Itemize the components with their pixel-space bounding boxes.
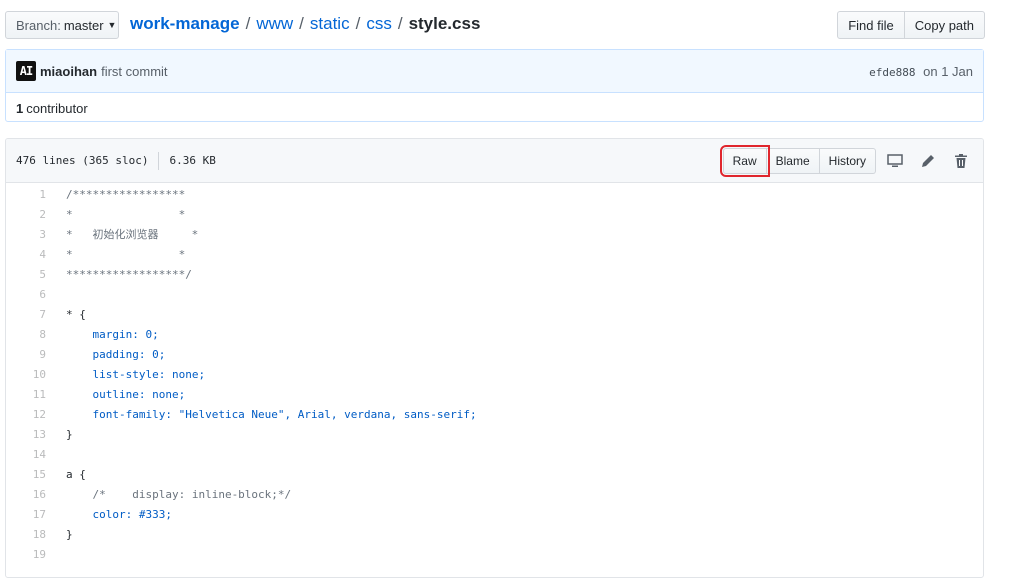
commit-author-link[interactable]: miaoihan xyxy=(40,64,97,79)
line-content: color: #333; xyxy=(66,507,172,521)
line-content: a { xyxy=(66,467,86,481)
code-line: 1/***************** xyxy=(6,184,983,204)
line-number[interactable]: 17 xyxy=(6,508,66,521)
file-line-count: 476 lines (365 sloc) xyxy=(16,154,149,167)
code-line: 13} xyxy=(6,424,983,444)
copy-path-button[interactable]: Copy path xyxy=(904,11,985,39)
contributor-count: 1 xyxy=(16,100,24,116)
file-info-divider xyxy=(158,151,160,170)
line-content: outline: none; xyxy=(66,387,186,401)
code-line: 8 margin: 0; xyxy=(6,324,983,344)
file-size: 6.36 KB xyxy=(169,154,216,167)
breadcrumb-file-name: style.css xyxy=(408,14,481,33)
line-content: /* display: inline-block;*/ xyxy=(66,487,292,501)
latest-commit-row: AI miaoihan first commit efde888 on 1 Ja… xyxy=(6,50,983,93)
file-view-button-group: Raw Blame History xyxy=(719,144,876,177)
line-number[interactable]: 16 xyxy=(6,488,66,501)
line-content: padding: 0; xyxy=(66,347,166,361)
file-actions: Raw Blame History xyxy=(719,144,975,177)
line-content: * * xyxy=(66,207,186,221)
history-button[interactable]: History xyxy=(819,147,876,174)
line-number[interactable]: 8 xyxy=(6,328,66,341)
line-content: * 初始化浏览器 * xyxy=(66,228,199,241)
pencil-icon[interactable] xyxy=(914,148,942,174)
find-file-button[interactable]: Find file xyxy=(837,11,905,39)
code-line: 15 a { xyxy=(6,464,983,484)
commit-sha-link[interactable]: efde888 xyxy=(869,66,915,79)
file-header: 476 lines (365 sloc) 6.36 KB Raw Blame H… xyxy=(6,139,983,183)
line-number[interactable]: 10 xyxy=(6,368,66,381)
line-number[interactable]: 2 xyxy=(6,208,66,221)
line-number[interactable]: 14 xyxy=(6,448,66,461)
line-number[interactable]: 13 xyxy=(6,428,66,441)
code-line: 9 padding: 0; xyxy=(6,344,983,364)
file-info: 476 lines (365 sloc) 6.36 KB xyxy=(16,151,216,170)
raw-button[interactable]: Raw xyxy=(719,144,770,177)
line-number[interactable]: 7 xyxy=(6,308,66,321)
line-content: margin: 0; xyxy=(66,327,159,341)
code-line: 10 list-style: none; xyxy=(6,364,983,384)
line-number[interactable]: 12 xyxy=(6,408,66,421)
commit-date: on 1 Jan xyxy=(923,63,973,79)
breadcrumb-repo-link[interactable]: work-manage xyxy=(130,14,240,34)
code-line: 12 font-family: "Helvetica Neue", Arial,… xyxy=(6,404,983,424)
commit-meta: efde888 on 1 Jan xyxy=(869,64,973,79)
branch-name: master xyxy=(63,17,104,33)
line-content: } xyxy=(66,527,73,541)
code-line: 19 xyxy=(6,544,983,564)
file-viewer: 476 lines (365 sloc) 6.36 KB Raw Blame H… xyxy=(5,138,984,578)
branch-select-button[interactable]: Branch: master ▼ xyxy=(5,11,119,39)
blame-button[interactable]: Blame xyxy=(766,147,820,174)
code-view: 1/***************** 2 * * 3 * 初始化浏览器 * 4 * … xyxy=(6,183,983,564)
trash-icon[interactable] xyxy=(947,148,975,174)
commit-tease: AI miaoihan first commit efde888 on 1 Ja… xyxy=(5,49,984,122)
code-line: 5 ******************/ xyxy=(6,264,983,284)
line-content: * { xyxy=(66,307,86,321)
line-content: * * xyxy=(66,247,186,261)
line-number[interactable]: 15 xyxy=(6,468,66,481)
breadcrumb: work-manage / www / static / css / style… xyxy=(130,14,480,34)
file-navigation-actions: Find file Copy path xyxy=(837,11,985,39)
line-number[interactable]: 4 xyxy=(6,248,66,261)
code-line: 14 xyxy=(6,444,983,464)
breadcrumb-css-link[interactable]: css xyxy=(366,14,392,34)
code-line: 7 * { xyxy=(6,304,983,324)
line-number[interactable]: 3 xyxy=(6,228,66,241)
line-content: ******************/ xyxy=(66,267,192,281)
line-number[interactable]: 18 xyxy=(6,528,66,541)
code-line: 17 color: #333; xyxy=(6,504,983,524)
breadcrumb-separator: / xyxy=(299,14,304,33)
avatar[interactable]: AI xyxy=(16,61,36,81)
line-number[interactable]: 19 xyxy=(6,548,66,561)
line-number[interactable]: 5 xyxy=(6,268,66,281)
caret-down-icon: ▼ xyxy=(107,20,117,30)
line-content: font-family: "Helvetica Neue", Arial, ve… xyxy=(66,407,477,421)
contributor-label: contributor xyxy=(26,100,88,116)
breadcrumb-static-link[interactable]: static xyxy=(310,14,350,34)
commit-message-link[interactable]: first commit xyxy=(101,64,167,79)
breadcrumb-separator: / xyxy=(397,14,403,33)
code-line: 3 * 初始化浏览器 * xyxy=(6,224,983,244)
code-line: 6 xyxy=(6,284,983,304)
line-number[interactable]: 9 xyxy=(6,348,66,361)
contributors-row[interactable]: 1 contributor xyxy=(6,93,983,123)
code-line: 16 /* display: inline-block;*/ xyxy=(6,484,983,504)
line-content: } xyxy=(66,427,73,441)
breadcrumb-separator: / xyxy=(245,14,251,33)
code-line: 2 * * xyxy=(6,204,983,224)
code-line: 18} xyxy=(6,524,983,544)
breadcrumb-separator: / xyxy=(355,14,361,33)
branch-prefix: Branch: xyxy=(16,17,61,33)
line-number[interactable]: 1 xyxy=(6,188,66,201)
line-number[interactable]: 11 xyxy=(6,388,66,401)
breadcrumb-www-link[interactable]: www xyxy=(256,14,293,34)
line-number[interactable]: 6 xyxy=(6,288,66,301)
line-content: /***************** xyxy=(66,187,186,201)
line-content: list-style: none; xyxy=(66,367,206,381)
code-line: 4 * * xyxy=(6,244,983,264)
desktop-icon[interactable] xyxy=(881,148,909,174)
code-line: 11 outline: none; xyxy=(6,384,983,404)
